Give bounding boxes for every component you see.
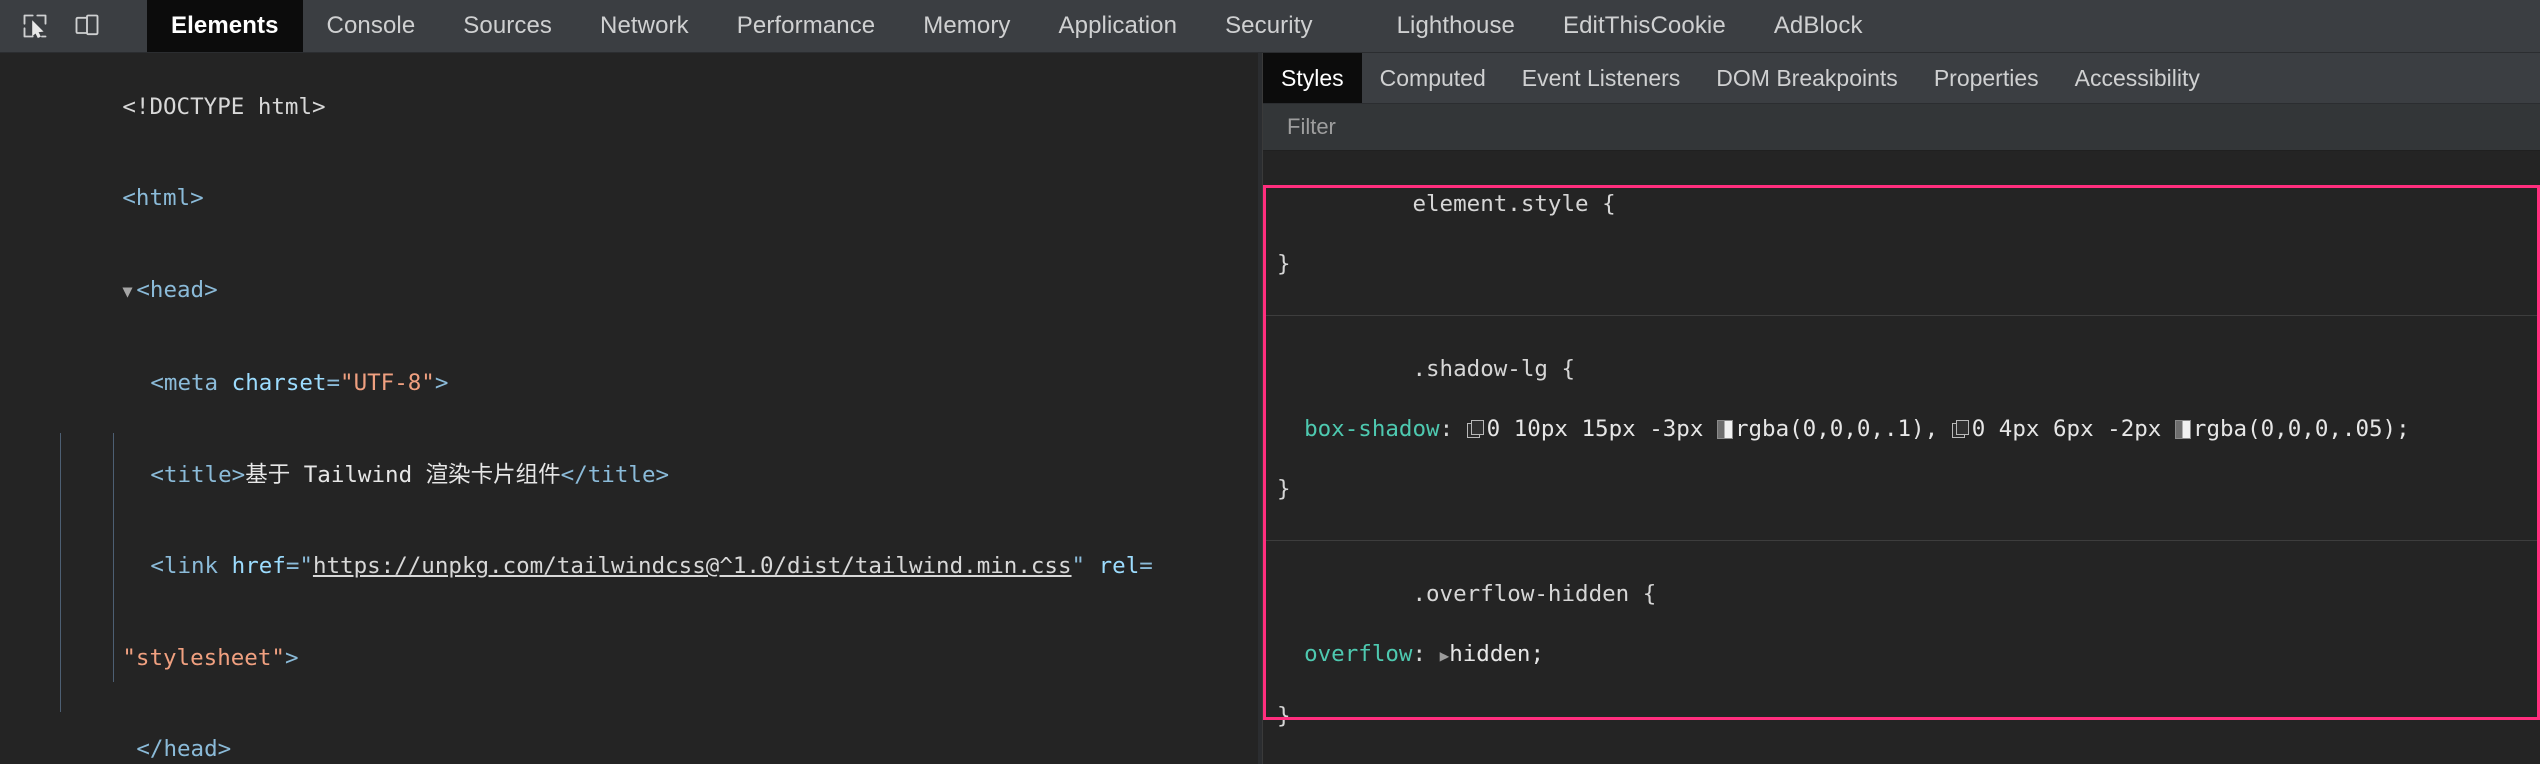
rel-attr-value: "stylesheet" bbox=[122, 644, 285, 671]
color-swatch-icon[interactable] bbox=[1716, 420, 1733, 439]
tab-editthiscookie[interactable]: EditThisCookie bbox=[1539, 0, 1750, 52]
tab-computed[interactable]: Computed bbox=[1362, 53, 1504, 103]
dom-line-title[interactable]: <title>基于 Tailwind 渲染卡片组件</title> bbox=[0, 429, 1258, 521]
tab-properties-label: Properties bbox=[1933, 64, 2039, 91]
value-box-shadow-2[interactable]: 0 4px 6px -2px bbox=[1972, 416, 2175, 442]
expand-shorthand-icon[interactable]: ▶ bbox=[1440, 646, 1450, 665]
tab-application[interactable]: Application bbox=[1035, 0, 1202, 52]
value-box-shadow-1[interactable]: 0 10px 15px -3px bbox=[1487, 416, 1717, 442]
device-toolbar-icon[interactable] bbox=[70, 9, 104, 43]
charset-attr-name: charset bbox=[231, 370, 327, 396]
dom-line-meta-charset[interactable]: <meta charset="UTF-8"> bbox=[0, 338, 1258, 430]
dom-line-link-href-wrap[interactable]: "stylesheet"> bbox=[0, 612, 1258, 704]
styles-filter-bar bbox=[1263, 104, 2540, 151]
collapse-triangle-icon[interactable]: ▼ bbox=[122, 277, 136, 308]
tab-elements-label: Elements bbox=[171, 12, 279, 39]
styles-filter-input[interactable] bbox=[1285, 113, 2518, 141]
tab-network[interactable]: Network bbox=[576, 0, 713, 52]
rule-element-style[interactable]: element.style { } bbox=[1263, 151, 2540, 315]
devtools-main-toolbar: Elements Console Sources Network Perform… bbox=[0, 0, 2540, 53]
title-close-token: </title> bbox=[560, 461, 670, 488]
tab-console-label: Console bbox=[326, 12, 416, 39]
rule-selector-shadow-lg[interactable]: .shadow-lg bbox=[1412, 356, 1547, 382]
dom-line-html-open[interactable]: <html> bbox=[0, 153, 1258, 245]
tab-dom-breakpoints[interactable]: DOM Breakpoints bbox=[1698, 53, 1916, 103]
rule-selector-overflow-hidden[interactable]: .overflow-hidden bbox=[1412, 581, 1629, 607]
tab-adblock[interactable]: AdBlock bbox=[1750, 0, 1887, 52]
tab-event-listeners[interactable]: Event Listeners bbox=[1504, 53, 1699, 103]
html-open-token: <html> bbox=[122, 185, 204, 211]
styles-tab-strip: Styles Computed Event Listeners DOM Brea… bbox=[1263, 53, 2540, 104]
styles-sidebar-panel: Styles Computed Event Listeners DOM Brea… bbox=[1262, 53, 2540, 764]
dom-line-doctype[interactable]: <!DOCTYPE html> bbox=[0, 61, 1258, 153]
href-attr-value[interactable]: https://unpkg.com/tailwindcss@^1.0/dist/… bbox=[313, 553, 1072, 579]
tab-properties[interactable]: Properties bbox=[1916, 53, 2057, 103]
tab-accessibility-label: Accessibility bbox=[2074, 64, 2200, 91]
styles-rules-list[interactable]: element.style { } .shadow-lg { box-shado… bbox=[1263, 151, 2540, 764]
head-open-token: <head> bbox=[136, 276, 218, 303]
tab-styles-label: Styles bbox=[1281, 64, 1344, 91]
dom-line-head-close[interactable]: </head> bbox=[0, 704, 1258, 764]
tab-elements[interactable]: Elements bbox=[147, 0, 303, 52]
color-swatch-icon[interactable] bbox=[2174, 420, 2191, 439]
property-box-shadow[interactable]: box-shadow bbox=[1304, 416, 1439, 442]
tab-memory-label: Memory bbox=[923, 12, 1011, 39]
rel-attr-name: rel bbox=[1098, 553, 1140, 579]
tab-performance-label: Performance bbox=[736, 12, 876, 39]
rule-overflow-hidden[interactable]: .overflow-hidden { overflow: ▶hidden; } bbox=[1263, 540, 2540, 764]
inspect-element-icon[interactable] bbox=[18, 9, 52, 43]
dom-tree-panel[interactable]: <!DOCTYPE html> <html> ▼ <head> <meta cha… bbox=[0, 53, 1258, 764]
title-text: 基于 Tailwind 渲染卡片组件 bbox=[245, 461, 561, 488]
tab-styles[interactable]: Styles bbox=[1263, 53, 1362, 103]
dom-line-head-open[interactable]: ▼ <head> bbox=[0, 244, 1258, 338]
tab-console[interactable]: Console bbox=[303, 0, 440, 52]
devtools-main-split: <!DOCTYPE html> <html> ▼ <head> <meta cha… bbox=[0, 53, 2540, 764]
doctype-token: <!DOCTYPE html> bbox=[122, 93, 326, 120]
tab-editthiscookie-label: EditThisCookie bbox=[1563, 12, 1726, 39]
link-tag-token: <link bbox=[150, 553, 219, 579]
value-box-shadow-color-2[interactable]: rgba(0,0,0,.05); bbox=[2193, 416, 2410, 442]
toolbar-icon-group bbox=[0, 0, 147, 52]
tab-memory[interactable]: Memory bbox=[899, 0, 1034, 52]
tab-security-label: Security bbox=[1225, 12, 1313, 39]
tab-adblock-label: AdBlock bbox=[1773, 12, 1863, 39]
tab-sources[interactable]: Sources bbox=[439, 0, 576, 52]
dom-line-link-href[interactable]: <link href="https://unpkg.com/tailwindcs… bbox=[0, 521, 1258, 613]
value-box-shadow-color-1[interactable]: rgba(0,0,0,.1), bbox=[1735, 416, 1952, 442]
tab-lighthouse-label: Lighthouse bbox=[1396, 12, 1515, 39]
head-close-token: </head> bbox=[136, 736, 232, 762]
devtools-window: Elements Console Sources Network Perform… bbox=[0, 0, 2540, 764]
shadow-swatch-icon[interactable] bbox=[1951, 420, 1969, 439]
tab-event-listeners-label: Event Listeners bbox=[1521, 64, 1681, 91]
tab-network-label: Network bbox=[600, 12, 689, 39]
tab-sources-label: Sources bbox=[463, 12, 553, 39]
href-attr-name: href bbox=[231, 553, 286, 579]
tab-performance[interactable]: Performance bbox=[713, 0, 900, 52]
meta-tag-token: <meta bbox=[150, 370, 219, 396]
value-overflow[interactable]: hidden; bbox=[1449, 641, 1544, 667]
tab-lighthouse[interactable]: Lighthouse bbox=[1373, 0, 1539, 52]
tab-accessibility[interactable]: Accessibility bbox=[2057, 53, 2218, 103]
rule-selector-element-style[interactable]: element.style bbox=[1412, 191, 1588, 217]
title-open-token: <title> bbox=[150, 461, 246, 488]
tab-dom-breakpoints-label: DOM Breakpoints bbox=[1716, 64, 1898, 91]
charset-attr-value: "UTF-8" bbox=[340, 370, 435, 396]
property-overflow[interactable]: overflow bbox=[1304, 641, 1412, 667]
panel-tab-strip: Elements Console Sources Network Perform… bbox=[147, 0, 1887, 52]
rule-shadow-lg[interactable]: .shadow-lg { box-shadow: 0 10px 15px -3p… bbox=[1263, 315, 2540, 540]
tab-group-separator bbox=[1337, 0, 1373, 52]
tab-application-label: Application bbox=[1058, 12, 1178, 39]
tab-computed-label: Computed bbox=[1379, 64, 1486, 91]
shadow-swatch-icon[interactable] bbox=[1466, 420, 1484, 439]
tab-security[interactable]: Security bbox=[1201, 0, 1337, 52]
